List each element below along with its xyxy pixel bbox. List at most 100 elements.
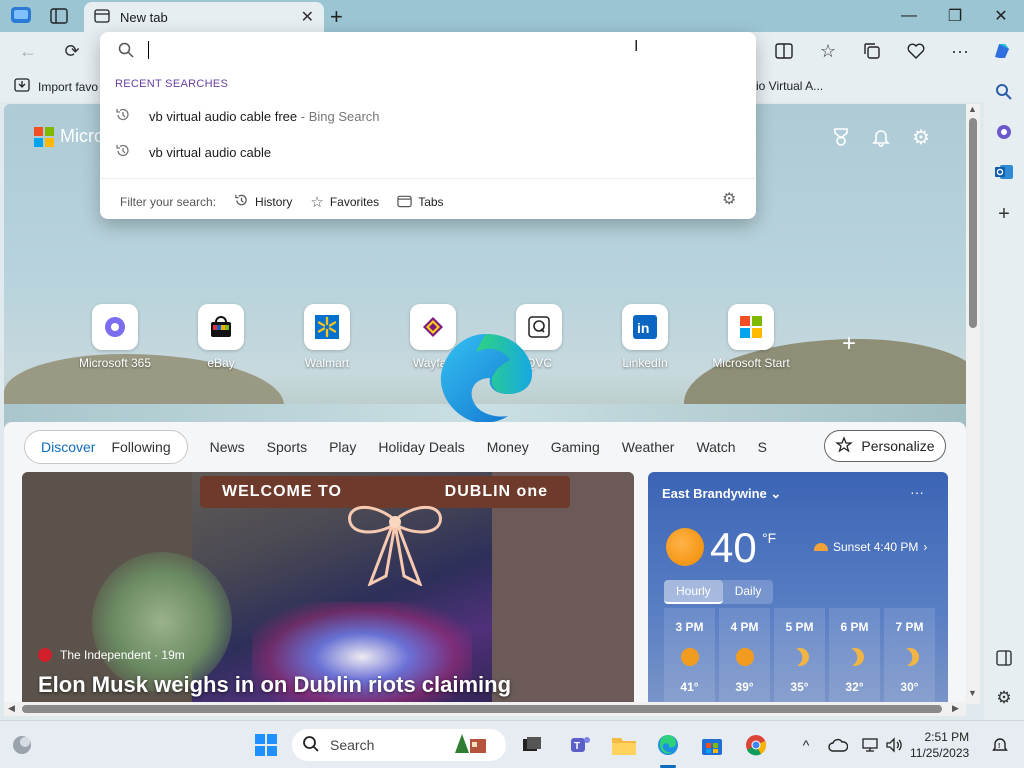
notifications-bell-icon[interactable] [868, 124, 894, 150]
scroll-up-icon[interactable]: ▲ [968, 104, 977, 114]
history-icon [115, 107, 133, 126]
restore-button[interactable]: ❐ [932, 0, 978, 32]
filter-history-button[interactable]: History [234, 193, 292, 211]
scroll-right-icon[interactable]: ▶ [952, 703, 959, 714]
tab-money[interactable]: Money [487, 439, 529, 455]
dropdown-divider [100, 178, 756, 179]
sidebar-settings-icon[interactable]: ⚙ [992, 686, 1016, 710]
outlook-icon[interactable] [992, 160, 1016, 184]
browser-essentials-icon[interactable] [900, 36, 932, 66]
microsoft-logo[interactable]: Micro [34, 126, 104, 147]
weather-more-icon[interactable]: ··· [910, 484, 924, 500]
filter-tabs-button[interactable]: Tabs [397, 194, 444, 211]
settings-more-icon[interactable]: ··· [944, 36, 976, 66]
tab-discover[interactable]: Discover [37, 439, 99, 455]
minimize-button[interactable]: — [886, 0, 932, 32]
copilot-icon[interactable] [986, 36, 1018, 66]
personalize-button[interactable]: Personalize [824, 430, 946, 462]
horizontal-scroll-thumb[interactable] [22, 705, 942, 713]
collections-icon[interactable] [856, 36, 888, 66]
close-window-button[interactable]: ✕ [978, 0, 1024, 32]
tab-news[interactable]: News [210, 439, 245, 455]
search-suggestion-source: - Bing Search [297, 108, 380, 124]
weather-sunset[interactable]: Sunset 4:40 PM › [814, 540, 927, 554]
task-view-icon[interactable] [518, 731, 546, 759]
vertical-scroll-thumb[interactable] [969, 118, 977, 328]
tab-daily[interactable]: Daily [723, 580, 774, 604]
weather-location-text: East Brandywine [662, 486, 767, 501]
sunset-icon [814, 543, 828, 551]
sun-icon [680, 648, 699, 666]
tab-gaming[interactable]: Gaming [551, 439, 600, 455]
chevron-down-icon: ⌄ [770, 486, 782, 501]
quick-link-microsoft-365[interactable]: Microsoft 365 [70, 304, 160, 370]
tab-weather[interactable]: Weather [622, 439, 675, 455]
volume-icon[interactable] [880, 731, 908, 759]
address-input[interactable] [144, 36, 744, 66]
tab-new-tab[interactable]: New tab ✕ [84, 2, 324, 32]
tab-watch[interactable]: Watch [696, 439, 735, 455]
filter-tabs-label: Tabs [418, 195, 444, 209]
feed-pill-tabs: Discover Following [24, 430, 188, 464]
hero-headline[interactable]: Elon Musk weighs in on Dublin riots clai… [38, 672, 511, 698]
weather-card[interactable]: East Brandywine ⌄ ··· 40 °F Sunset 4:40 … [648, 472, 948, 704]
hide-sidebar-icon[interactable] [992, 646, 1016, 670]
refresh-button[interactable]: ⟳ [56, 36, 88, 66]
microsoft-store-icon[interactable] [698, 731, 726, 759]
vertical-scrollbar[interactable]: ▲ ▼ [966, 104, 980, 704]
rewards-icon[interactable] [828, 124, 854, 150]
weather-location[interactable]: East Brandywine ⌄ [662, 486, 781, 502]
tab-sports[interactable]: Sports [267, 439, 307, 455]
search-sidebar-icon[interactable] [992, 80, 1016, 104]
favorites-icon[interactable]: ☆ [812, 36, 844, 66]
new-tab-button[interactable]: + [330, 4, 343, 30]
tab-following[interactable]: Following [107, 439, 174, 455]
feed-nav: Discover Following News Sports Play Holi… [24, 430, 767, 464]
tab-play[interactable]: Play [329, 439, 356, 455]
filter-favorites-button[interactable]: ☆ Favorites [310, 193, 379, 211]
onedrive-cloud-icon[interactable] [824, 731, 852, 759]
scroll-left-icon[interactable]: ◀ [8, 703, 15, 714]
quick-link-walmart[interactable]: Walmart [282, 304, 372, 370]
the-independent-icon [38, 648, 52, 662]
edge-taskbar-icon[interactable] [654, 731, 682, 759]
add-sidebar-icon[interactable]: + [992, 202, 1016, 226]
file-explorer-icon[interactable] [610, 731, 638, 759]
taskbar-clock[interactable]: 2:51 PM 11/25/2023 [910, 729, 969, 761]
hero-source: The Independent · 19m [38, 648, 185, 662]
weather-widget-icon[interactable] [8, 731, 36, 759]
add-quick-link-button[interactable]: + [842, 330, 856, 358]
close-tab-icon[interactable]: ✕ [301, 7, 314, 27]
windows-start-icon[interactable] [252, 731, 280, 759]
split-screen-icon[interactable] [768, 36, 800, 66]
m365-sidebar-icon[interactable] [992, 120, 1016, 144]
tab-overflow[interactable]: S [758, 439, 767, 455]
tab-hourly[interactable]: Hourly [664, 580, 723, 604]
horizontal-scrollbar[interactable]: ◀ ▶ [4, 702, 966, 716]
linkedin-icon: in [622, 304, 668, 350]
quick-link-ebay[interactable]: eBay [176, 304, 266, 370]
search-icon [302, 735, 320, 756]
tab-actions-icon[interactable] [50, 8, 68, 27]
weather-unit[interactable]: °F [762, 530, 776, 546]
import-favorites-link[interactable]: Import favo [14, 78, 98, 95]
recent-search-item[interactable]: vb virtual audio cable free - Bing Searc… [100, 98, 756, 134]
recent-search-item[interactable]: vb virtual audio cable [100, 134, 756, 170]
search-settings-gear-icon[interactable]: ⚙ [722, 189, 736, 209]
page-settings-gear-icon[interactable]: ⚙ [908, 124, 934, 150]
notification-center-icon[interactable]: ! [986, 731, 1014, 759]
hero-news-card[interactable]: WELCOME TO DUBLIN one The Independent · … [22, 472, 634, 704]
workspaces-icon[interactable] [10, 6, 32, 26]
back-button[interactable]: ← [12, 36, 44, 66]
chrome-icon[interactable] [742, 731, 770, 759]
chevron-up-icon[interactable]: ^ [792, 731, 820, 759]
favorite-item[interactable]: io Virtual A... [756, 79, 823, 93]
teams-icon[interactable]: T [566, 731, 594, 759]
scroll-down-icon[interactable]: ▼ [968, 688, 977, 698]
filter-favorites-label: Favorites [329, 195, 380, 209]
forecast-hour: 3 PM 41° [664, 608, 715, 704]
tab-holiday-deals[interactable]: Holiday Deals [378, 439, 464, 455]
quick-link-linkedin[interactable]: in LinkedIn [600, 304, 690, 370]
taskbar-search-box[interactable]: Search [292, 729, 506, 761]
quick-link-microsoft-start[interactable]: Microsoft Start [706, 304, 796, 370]
